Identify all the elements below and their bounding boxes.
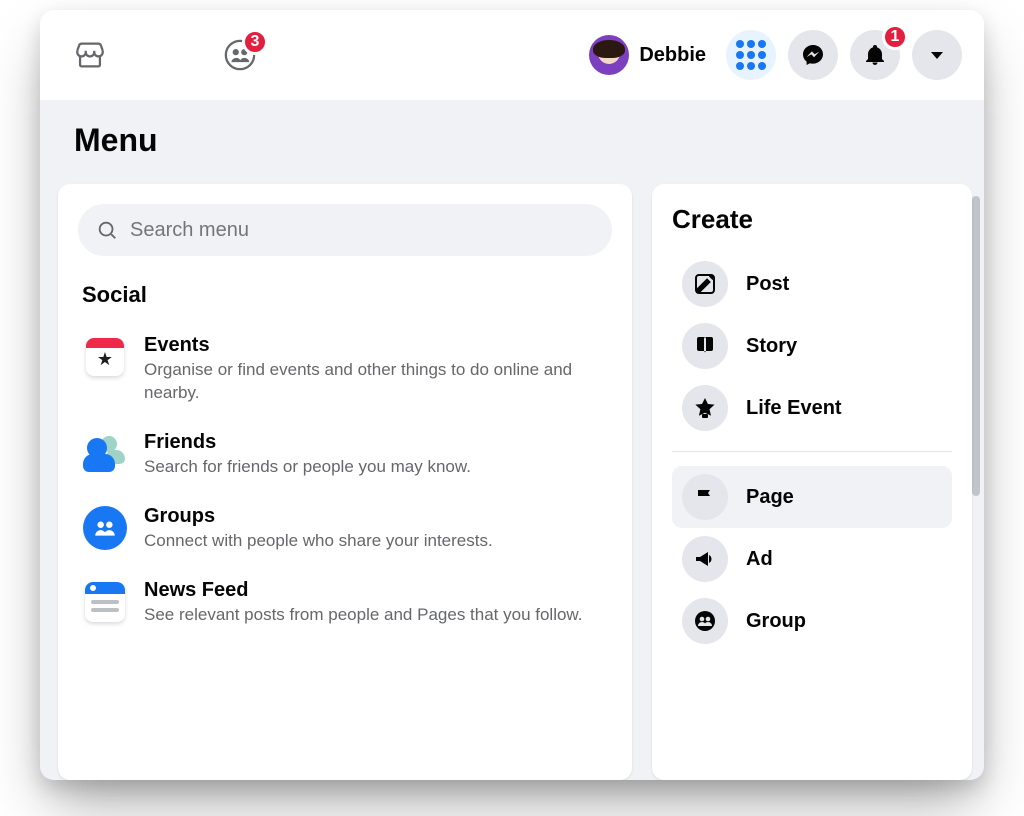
bell-icon	[863, 43, 887, 67]
create-divider	[672, 451, 952, 452]
page-body: Menu Social Events Organise or find even…	[40, 100, 984, 780]
caret-down-icon	[925, 43, 949, 67]
menu-item-title: News Feed	[144, 579, 583, 602]
notifications-badge: 1	[882, 24, 908, 50]
create-item-label: Group	[746, 610, 806, 633]
menu-item-groups[interactable]: Groups Connect with people who share you…	[78, 495, 612, 569]
create-item-ad[interactable]: Ad	[672, 528, 952, 590]
friends-icon	[82, 431, 128, 477]
create-item-story[interactable]: Story	[672, 315, 952, 377]
groups-nav-icon[interactable]: 3	[220, 35, 260, 75]
search-menu-input[interactable]	[130, 219, 594, 242]
profile-chip[interactable]: Debbie	[581, 31, 714, 79]
menu-item-title: Friends	[144, 431, 471, 454]
menu-item-desc: Connect with people who share your inter…	[144, 530, 493, 553]
menu-item-title: Events	[144, 334, 608, 357]
news-feed-icon	[82, 579, 128, 625]
search-menu[interactable]	[78, 204, 612, 256]
groups-badge: 3	[242, 29, 268, 55]
create-item-life-event[interactable]: Life Event	[672, 377, 952, 439]
menu-item-desc: Search for friends or people you may kno…	[144, 456, 471, 479]
grid-icon	[736, 40, 766, 70]
create-item-label: Story	[746, 335, 797, 358]
messenger-icon	[801, 43, 825, 67]
menu-item-desc: See relevant posts from people and Pages…	[144, 604, 583, 627]
post-icon	[682, 261, 728, 307]
avatar	[589, 35, 629, 75]
create-card: Create Post Story	[652, 184, 972, 780]
messenger-button[interactable]	[788, 30, 838, 80]
menu-item-news-feed[interactable]: News Feed See relevant posts from people…	[78, 569, 612, 643]
menu-item-events[interactable]: Events Organise or find events and other…	[78, 324, 612, 421]
app-window: 3 Debbie 1	[40, 10, 984, 780]
notifications-button[interactable]: 1	[850, 30, 900, 80]
create-item-label: Ad	[746, 548, 773, 571]
menu-card: Social Events Organise or find events an…	[58, 184, 632, 780]
create-item-label: Post	[746, 273, 789, 296]
story-icon	[682, 323, 728, 369]
create-item-page[interactable]: Page	[672, 466, 952, 528]
create-item-label: Page	[746, 486, 794, 509]
events-icon	[82, 334, 128, 380]
groups-icon	[82, 505, 128, 551]
life-event-icon	[682, 385, 728, 431]
scrollbar[interactable]	[972, 196, 980, 496]
menu-item-title: Groups	[144, 505, 493, 528]
search-icon	[96, 219, 118, 241]
section-heading-social: Social	[82, 282, 612, 308]
group-icon	[682, 598, 728, 644]
page-icon	[682, 474, 728, 520]
create-heading: Create	[672, 204, 952, 235]
menu-item-friends[interactable]: Friends Search for friends or people you…	[78, 421, 612, 495]
page-title: Menu	[40, 100, 984, 177]
profile-name: Debbie	[639, 44, 706, 67]
create-item-post[interactable]: Post	[672, 253, 952, 315]
create-item-label: Life Event	[746, 397, 842, 420]
create-item-group[interactable]: Group	[672, 590, 952, 652]
menu-item-desc: Organise or find events and other things…	[144, 359, 608, 405]
top-bar: 3 Debbie 1	[40, 10, 984, 100]
ad-icon	[682, 536, 728, 582]
menu-grid-button[interactable]	[726, 30, 776, 80]
account-caret-button[interactable]	[912, 30, 962, 80]
marketplace-nav-icon[interactable]	[70, 35, 110, 75]
